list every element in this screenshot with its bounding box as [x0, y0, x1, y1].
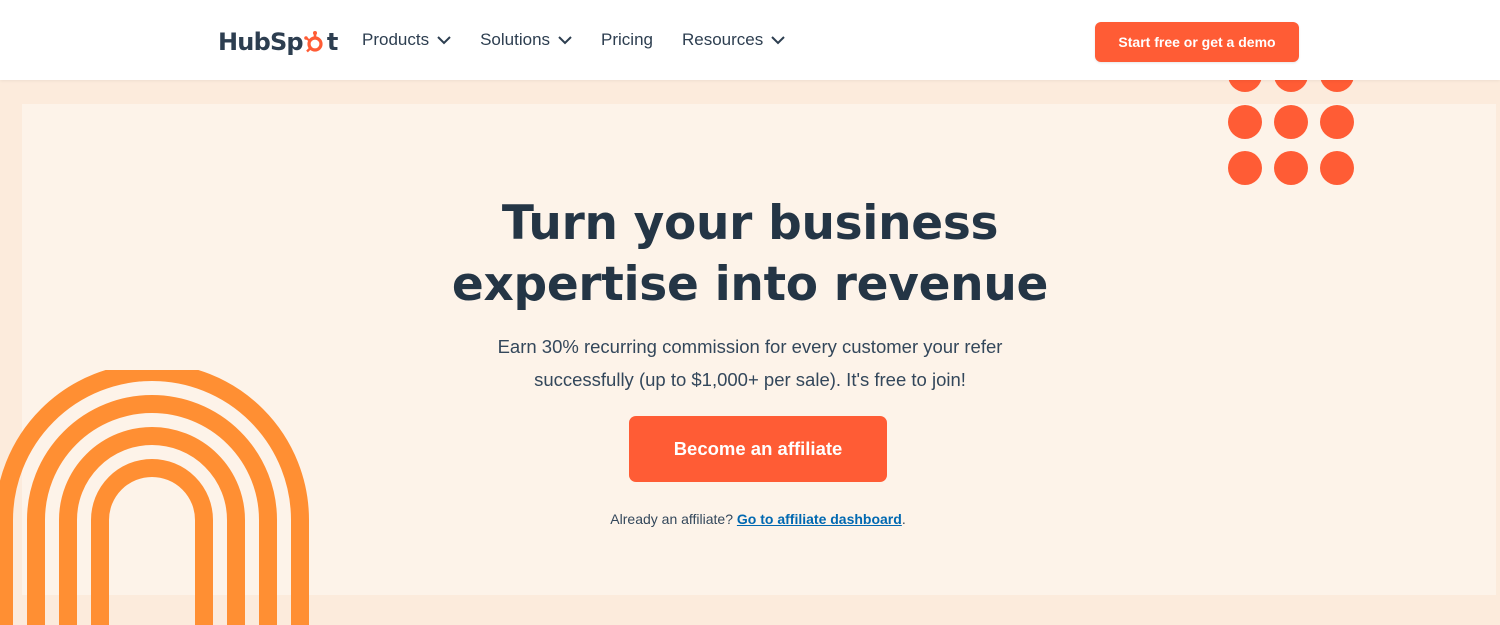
hero-subtitle-line2: successfully (up to $1,000+ per sale). I… — [534, 369, 966, 390]
affiliate-dashboard-link[interactable]: Go to affiliate dashboard — [737, 511, 902, 527]
nav-label: Solutions — [480, 30, 551, 49]
nav-item-resources[interactable]: Resources — [682, 30, 785, 50]
logo-text-end: t — [326, 28, 338, 56]
hero-title-line1: Turn your business — [501, 196, 999, 251]
already-suffix: . — [901, 511, 906, 527]
nav-label: Pricing — [601, 30, 653, 49]
chevron-down-icon — [558, 35, 572, 44]
hubspot-sprocket-icon — [304, 31, 326, 53]
already-prefix: Already an affiliate? — [610, 511, 737, 527]
hero-subtitle-line1: Earn 30% recurring commission for every … — [497, 336, 1003, 357]
chevron-down-icon — [437, 35, 451, 44]
become-affiliate-button[interactable]: Become an affiliate — [629, 416, 887, 482]
nav-label: Products — [362, 30, 430, 49]
main-nav: Products Solutions Pricing Resources — [362, 30, 814, 50]
nav-item-pricing[interactable]: Pricing — [601, 30, 653, 50]
hubspot-logo[interactable]: HubSp t — [218, 26, 338, 58]
nav-label: Resources — [682, 30, 764, 49]
hero-subtitle: Earn 30% recurring commission for every … — [0, 330, 1500, 396]
hero-title: Turn your business expertise into revenu… — [0, 193, 1500, 315]
hero-title-line2: expertise into revenue — [451, 257, 1049, 312]
logo-text-start: HubSp — [218, 28, 304, 56]
nav-item-products[interactable]: Products — [362, 30, 451, 50]
already-affiliate-text: Already an affiliate? Go to affiliate da… — [0, 511, 1500, 527]
start-free-demo-button[interactable]: Start free or get a demo — [1095, 22, 1299, 62]
site-header: HubSp t Products Solutions Pricing Resou… — [0, 0, 1500, 80]
chevron-down-icon — [771, 35, 785, 44]
nav-item-solutions[interactable]: Solutions — [480, 30, 572, 50]
decorative-arches — [0, 370, 309, 625]
